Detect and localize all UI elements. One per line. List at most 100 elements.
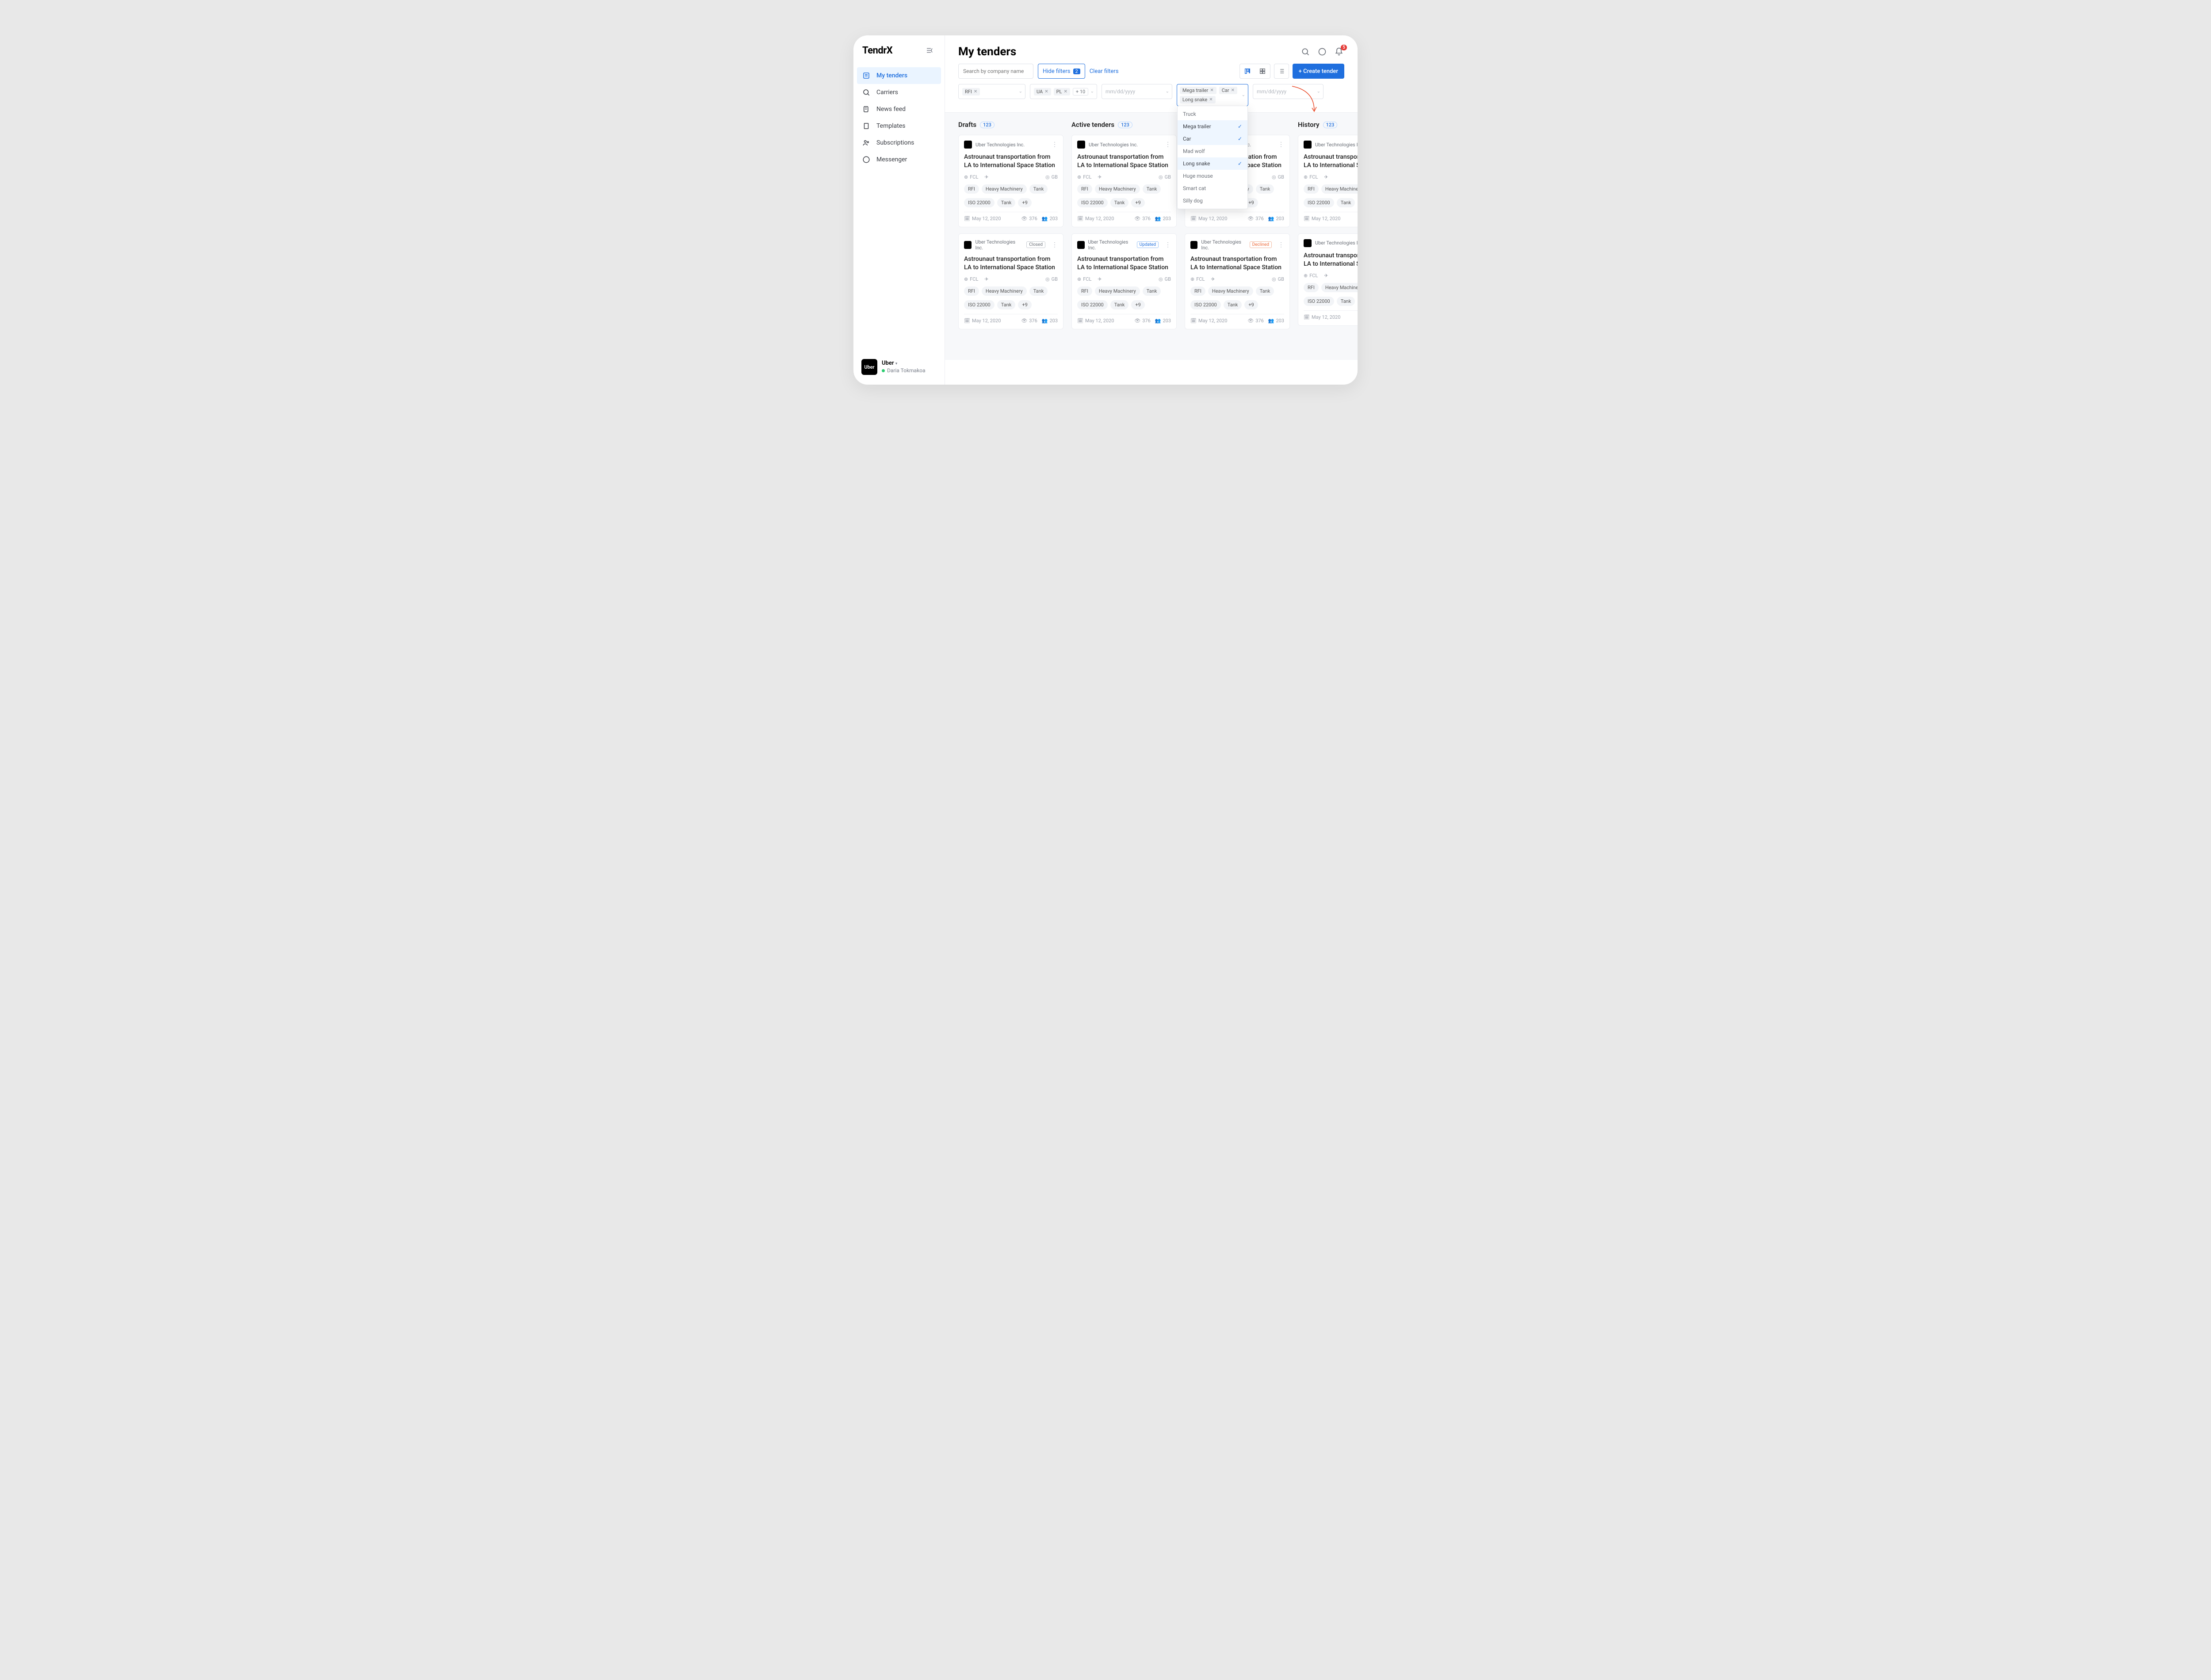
remove-tag-icon: ✕: [1210, 88, 1213, 93]
vehicle-dropdown-panel: Truck Mega trailer✓ Car✓ Mad wolf Long s…: [1177, 106, 1248, 209]
card-menu-icon[interactable]: ⋮: [1165, 241, 1171, 248]
fcl-icon: ⊕ FCL: [1304, 273, 1318, 279]
card-company: Uber Technologies Inc.: [1315, 142, 1358, 148]
filter-country-select[interactable]: UA✕ PL✕ + 10 ⌄: [1030, 84, 1097, 99]
tender-card[interactable]: Uber Technologies Inc.Closed⋮ Astrounaut…: [958, 233, 1063, 329]
card-chip: +9: [1018, 198, 1031, 207]
card-chip: Heavy Machinery: [1095, 184, 1140, 194]
sidebar-item-templates[interactable]: Templates: [857, 118, 941, 134]
tender-card[interactable]: Uber Technologies Inc.Declined⋮ Astrouna…: [1185, 233, 1290, 329]
filter-type-select[interactable]: RFI✕ ⌄: [958, 84, 1025, 99]
dropdown-option[interactable]: Car✓: [1178, 133, 1247, 145]
card-title: Astrounaut transportation from LA to Int…: [964, 255, 1058, 272]
card-menu-icon[interactable]: ⋮: [1278, 241, 1284, 248]
bell-icon[interactable]: 5: [1335, 47, 1343, 56]
chat-icon[interactable]: [1318, 47, 1327, 56]
company-logo-icon: [1304, 141, 1312, 149]
account-switcher[interactable]: Uber Uber ▾ Daria Tokmakoa: [853, 352, 945, 385]
filter-date-from[interactable]: mm/dd/yyyy ⌄: [1102, 84, 1172, 99]
chevron-down-icon: ⌄: [1317, 89, 1320, 94]
filter-tag[interactable]: UA✕: [1034, 88, 1051, 95]
card-chip: +9: [1131, 198, 1144, 207]
online-dot-icon: [882, 369, 885, 372]
hide-filters-button[interactable]: Hide filters 2: [1038, 64, 1085, 79]
filter-vehicle-select[interactable]: Mega trailer✕ Car✕ Long snake✕ ⌄ Truck M…: [1177, 84, 1248, 106]
notification-badge: 5: [1341, 45, 1347, 50]
views-icon: 👁 376: [1134, 216, 1151, 221]
card-chip: RFI: [1304, 283, 1319, 292]
filter-tag[interactable]: RFI✕: [962, 88, 980, 95]
dropdown-option[interactable]: Smart cat: [1178, 182, 1247, 195]
card-chip: ISO 22000: [1077, 198, 1108, 207]
card-chip: Heavy Machinery: [982, 184, 1027, 194]
sidebar-item-news-feed[interactable]: News feed: [857, 101, 941, 118]
chevron-down-icon: ⌄: [1242, 93, 1245, 98]
card-company: Uber Technologies Inc.: [1088, 239, 1133, 251]
kanban-view-button[interactable]: [1240, 64, 1255, 78]
column-count-badge: 123: [980, 122, 995, 128]
account-user: Daria Tokmakoa: [887, 367, 926, 374]
card-menu-icon[interactable]: ⋮: [1052, 241, 1058, 248]
dropdown-option[interactable]: Long snake✓: [1178, 157, 1247, 170]
tender-card[interactable]: Uber Technologies Inc.⋮ Astrounaut trans…: [1298, 135, 1358, 227]
card-chip: ISO 22000: [1077, 300, 1108, 309]
people-icon: 👥 203: [1155, 318, 1171, 324]
card-chip: ISO 22000: [1304, 198, 1334, 207]
dropdown-option[interactable]: Mega trailer✓: [1178, 120, 1247, 133]
company-logo-icon: [1304, 239, 1312, 247]
card-chip: Heavy Machinery: [1321, 184, 1358, 194]
company-search-input[interactable]: [958, 64, 1033, 79]
dropdown-option[interactable]: Mad wolf: [1178, 145, 1247, 157]
column-count-badge: 123: [1323, 122, 1338, 128]
card-chip: Tank: [1256, 184, 1274, 194]
filter-more-tag[interactable]: + 10: [1073, 88, 1088, 95]
dropdown-option[interactable]: Huge mouse: [1178, 170, 1247, 182]
card-chip: +9: [1018, 300, 1031, 309]
tender-card[interactable]: Uber Technologies Inc.⋮ Astrounaut trans…: [1298, 233, 1358, 326]
people-icon: 👥 203: [1042, 216, 1058, 221]
plane-icon: ✈: [1324, 273, 1328, 279]
card-chip: Tank: [1143, 184, 1161, 194]
clear-filters-link[interactable]: Clear filters: [1090, 68, 1119, 75]
status-badge: Declined: [1250, 241, 1272, 248]
card-menu-icon[interactable]: ⋮: [1052, 141, 1058, 148]
plane-icon: ✈: [984, 174, 988, 180]
sidebar-item-subscriptions[interactable]: Subscriptions: [857, 134, 941, 151]
grid-view-button[interactable]: [1255, 64, 1270, 78]
dropdown-option[interactable]: Silly dog: [1178, 195, 1247, 207]
card-chip: Heavy Machinery: [1208, 286, 1253, 296]
card-chip: Tank: [1224, 300, 1242, 309]
create-tender-button[interactable]: + Create tender: [1293, 64, 1344, 79]
sidebar-item-messenger[interactable]: Messenger: [857, 151, 941, 168]
sidebar-collapse-button[interactable]: [923, 44, 936, 57]
filter-count-badge: 2: [1073, 69, 1080, 74]
location-icon: ◎ GB: [1159, 276, 1171, 282]
tender-card[interactable]: Uber Technologies Inc.⋮ Astrounaut trans…: [958, 135, 1063, 227]
sidebar-item-label: Subscriptions: [876, 139, 914, 146]
card-company: Uber Technologies Inc.: [1201, 239, 1246, 251]
kanban-board: Drafts123 Uber Technologies Inc.⋮ Astrou…: [945, 112, 1358, 360]
list-view-button[interactable]: [1274, 64, 1289, 79]
filter-date-to[interactable]: mm/dd/yyyy ⌄: [1253, 84, 1324, 99]
main-content: My tenders 5 Hide filters 2: [945, 35, 1358, 385]
card-title: Astrounaut transportation from LA to Int…: [964, 153, 1058, 170]
filter-tag[interactable]: Mega trailer✕: [1180, 87, 1216, 94]
plane-icon: ✈: [1098, 174, 1102, 180]
sidebar-item-carriers[interactable]: Carriers: [857, 84, 941, 101]
tender-card[interactable]: Uber Technologies Inc.Updated⋮ Astrounau…: [1071, 233, 1177, 329]
card-menu-icon[interactable]: ⋮: [1165, 141, 1171, 148]
tender-card[interactable]: Uber Technologies Inc.⋮ Astrounaut trans…: [1071, 135, 1177, 227]
sidebar-item-my-tenders[interactable]: My tenders: [857, 67, 941, 84]
card-title: Astrounaut transportation from LA to Int…: [1077, 255, 1171, 272]
column-title: Active tenders: [1071, 121, 1114, 129]
search-icon[interactable]: [1301, 47, 1310, 56]
people-icon: 👥 203: [1042, 318, 1058, 324]
filter-tag[interactable]: Car✕: [1219, 87, 1237, 94]
dropdown-option[interactable]: Truck: [1178, 108, 1247, 120]
fcl-icon: ⊕ FCL: [1190, 276, 1205, 282]
filter-tag[interactable]: PL✕: [1054, 88, 1070, 95]
card-menu-icon[interactable]: ⋮: [1278, 141, 1284, 148]
filter-tag[interactable]: Long snake✕: [1180, 96, 1216, 103]
sidebar-item-label: News feed: [876, 106, 906, 113]
remove-tag-icon: ✕: [1063, 89, 1067, 94]
